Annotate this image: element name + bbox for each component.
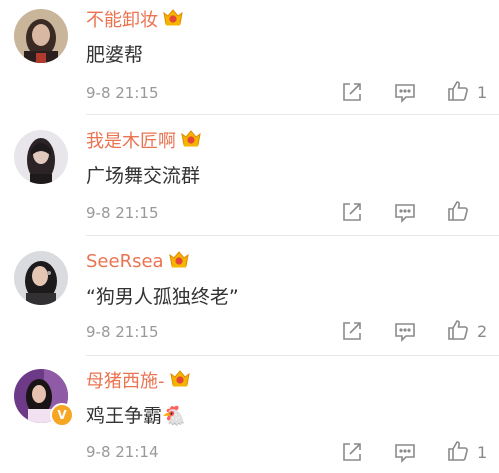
name-row: 不能卸妆 (86, 6, 184, 32)
share-edit-icon[interactable] (340, 440, 364, 464)
avatar[interactable] (14, 251, 68, 305)
name-row: 母猪西施- (86, 367, 191, 393)
avatar[interactable] (14, 130, 68, 184)
comment-item: V 母猪西施- 鸡王争霸🐔 9-8 21:14 1 (0, 361, 499, 473)
crown-vip-icon[interactable] (169, 368, 191, 392)
crown-vip-icon[interactable] (162, 7, 184, 31)
divider (86, 235, 499, 236)
share-edit-icon[interactable] (340, 319, 364, 343)
thumbs-up-icon[interactable] (446, 439, 470, 463)
comment-time: 9-8 21:14 (86, 443, 159, 461)
comment-text: 广场舞交流群 (86, 165, 201, 187)
name-row: 我是木匠啊 (86, 127, 202, 153)
like-count: 1 (477, 443, 488, 462)
avatar[interactable] (14, 9, 68, 63)
comment-bubble-icon[interactable] (393, 319, 417, 343)
share-edit-icon[interactable] (340, 80, 364, 104)
thumbs-up-icon[interactable] (446, 318, 470, 342)
username-link[interactable]: 母猪西施- (86, 367, 165, 393)
crown-vip-icon[interactable] (168, 249, 190, 273)
username-link[interactable]: SeeRsea (86, 251, 164, 272)
comment-text: 肥婆帮 (86, 44, 144, 66)
comment-time: 9-8 21:15 (86, 84, 159, 102)
comment-item: 我是木匠啊 广场舞交流群 9-8 21:15 (0, 121, 499, 233)
comment-bubble-icon[interactable] (393, 200, 417, 224)
comment-bubble-icon[interactable] (393, 80, 417, 104)
comment-time: 9-8 21:15 (86, 204, 159, 222)
comment-text: 鸡王争霸🐔 (86, 405, 186, 427)
comment-item: 不能卸妆 肥婆帮 9-8 21:15 1 (0, 0, 499, 112)
verified-badge-text: V (57, 408, 67, 422)
comment-text: “狗男人孤独终老” (86, 286, 239, 308)
comment-time: 9-8 21:15 (86, 323, 159, 341)
share-edit-icon[interactable] (340, 200, 364, 224)
name-row: SeeRsea (86, 248, 190, 274)
like-count: 2 (477, 322, 488, 341)
thumbs-up-icon[interactable] (446, 79, 470, 103)
divider (86, 355, 499, 356)
verified-badge-icon: V (50, 403, 74, 427)
comment-bubble-icon[interactable] (393, 440, 417, 464)
crown-vip-icon[interactable] (180, 128, 202, 152)
divider (86, 114, 499, 115)
username-link[interactable]: 不能卸妆 (86, 6, 158, 32)
thumbs-up-icon[interactable] (446, 199, 470, 223)
comment-item: SeeRsea “狗男人孤独终老” 9-8 21:15 2 (0, 242, 499, 354)
like-count: 1 (477, 83, 488, 102)
username-link[interactable]: 我是木匠啊 (86, 127, 176, 153)
